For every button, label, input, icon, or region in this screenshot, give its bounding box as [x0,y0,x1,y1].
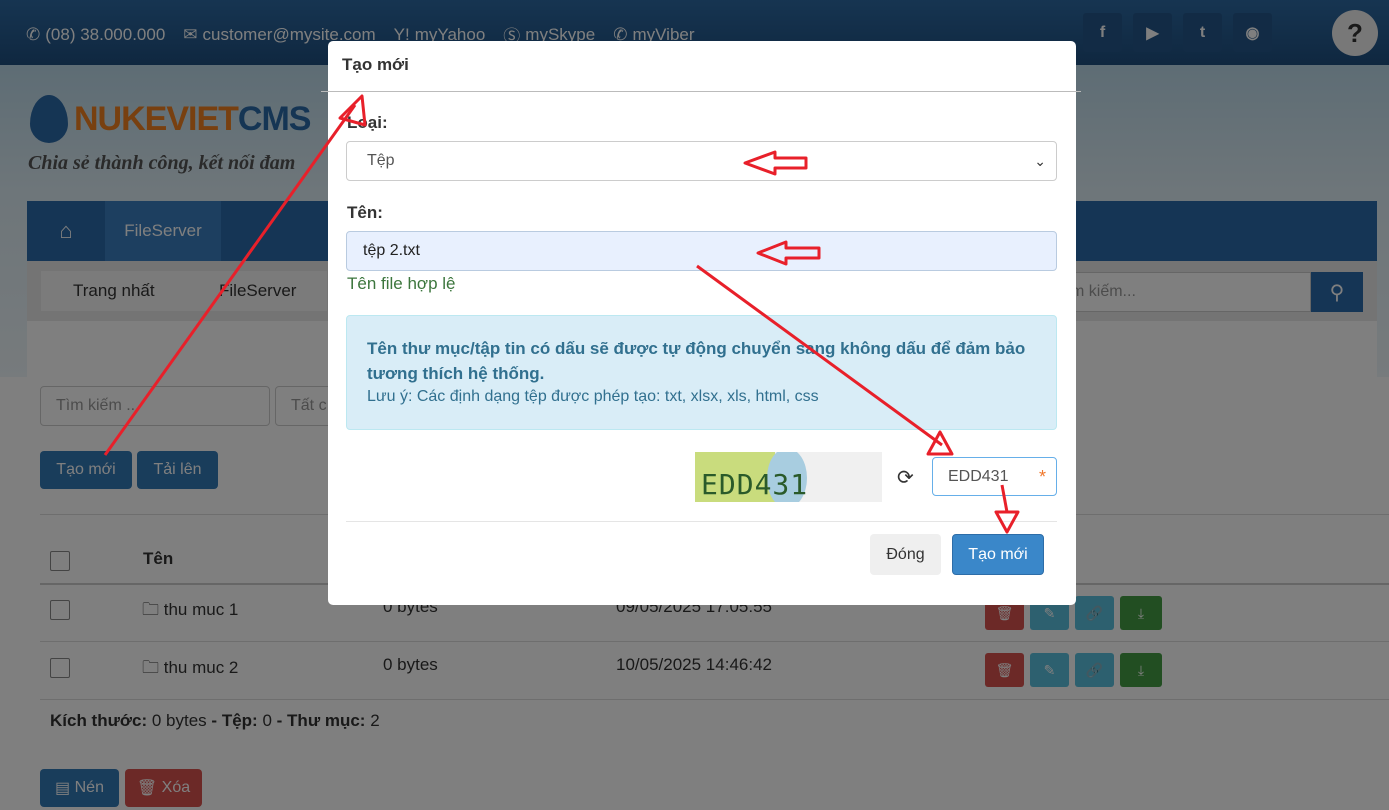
chevron-down-icon: ⌄ [1034,153,1046,169]
captcha-code: EDD431 [701,468,809,501]
type-label: Loại: [347,113,388,132]
captcha-image: EDD431 [695,452,882,502]
type-select[interactable]: Tệp ⌄ [346,141,1057,181]
captcha-input-value: EDD431 [948,467,1009,485]
submit-create-button[interactable]: Tạo mới [952,534,1044,575]
close-button[interactable]: Đóng [870,534,941,575]
name-input[interactable]: tệp 2.txt [346,231,1057,271]
required-asterisk-icon: * [1038,467,1046,487]
modal-footer-divider [346,521,1057,522]
type-select-value: Tệp [367,152,395,169]
captcha-input[interactable]: EDD431 * [932,457,1057,496]
name-label: Tên: [347,203,383,222]
refresh-icon[interactable]: ⟳ [897,465,914,490]
modal-header-divider [321,91,1081,92]
name-valid-message: Tên file hợp lệ [347,274,456,293]
info-alert: Tên thư mục/tập tin có dấu sẽ được tự độ… [346,315,1057,430]
info-alert-text: Tên thư mục/tập tin có dấu sẽ được tự độ… [367,339,1026,383]
create-modal: Tạo mới Loại: Tệp ⌄ Tên: tệp 2.txt Tên f… [321,41,1081,605]
info-alert-note: Lưu ý: Các định dạng tệp được phép tạo: … [367,388,819,405]
modal-title: Tạo mới [342,55,409,74]
